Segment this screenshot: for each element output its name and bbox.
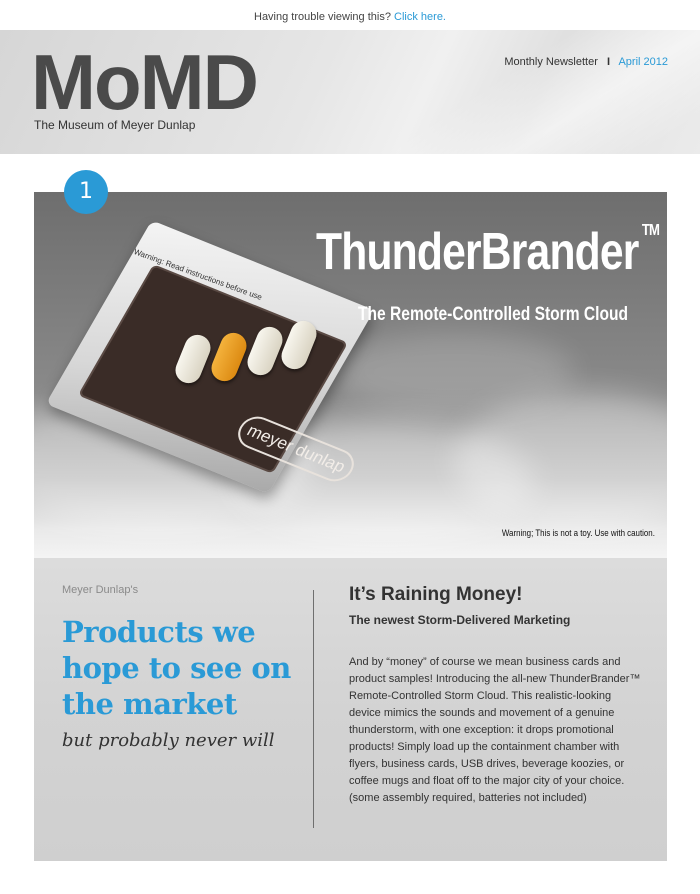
view-online-bar: Having trouble viewing this? Click here. — [0, 0, 700, 30]
newsletter-header: MoMD The Museum of Meyer Dunlap Monthly … — [0, 30, 700, 154]
trademark-mark: TM — [641, 222, 660, 239]
section-number-badge: 1 — [64, 170, 108, 214]
feature-section: Meyer Dunlap's Products we hope to see o… — [34, 558, 667, 861]
section-subheadline: but probably never will — [62, 730, 275, 751]
column-divider — [313, 590, 314, 828]
product-title: ThunderBrander TM — [316, 222, 660, 282]
issue-label: Monthly Newsletter — [504, 56, 598, 68]
issue-info: Monthly Newsletter I April 2012 — [504, 56, 668, 68]
hero-warning: Warning; This is not a toy. Use with cau… — [501, 528, 655, 538]
article-body: And by “money” of course we mean busines… — [349, 656, 641, 804]
view-online-link[interactable]: Click here. — [394, 11, 446, 23]
product-subtitle: The Remote-Controlled Storm Cloud — [358, 304, 629, 325]
article-subtitle: The newest Storm-Delivered Marketing — [349, 613, 571, 627]
section-headline: Products we hope to see on the market — [62, 615, 291, 721]
view-online-text: Having trouble viewing this? — [254, 11, 391, 23]
logo[interactable]: MoMD — [31, 42, 259, 122]
product-title-text: ThunderBrander — [316, 223, 639, 281]
section-kicker: Meyer Dunlap's — [62, 584, 139, 596]
tagline: The Museum of Meyer Dunlap — [34, 118, 196, 132]
article-title: It’s Raining Money! — [349, 584, 523, 605]
header-sheen — [356, 30, 700, 154]
issue-date: April 2012 — [618, 56, 668, 68]
issue-separator: I — [606, 56, 610, 68]
hero-banner[interactable]: Warning: Read instructions before use me… — [34, 192, 667, 558]
